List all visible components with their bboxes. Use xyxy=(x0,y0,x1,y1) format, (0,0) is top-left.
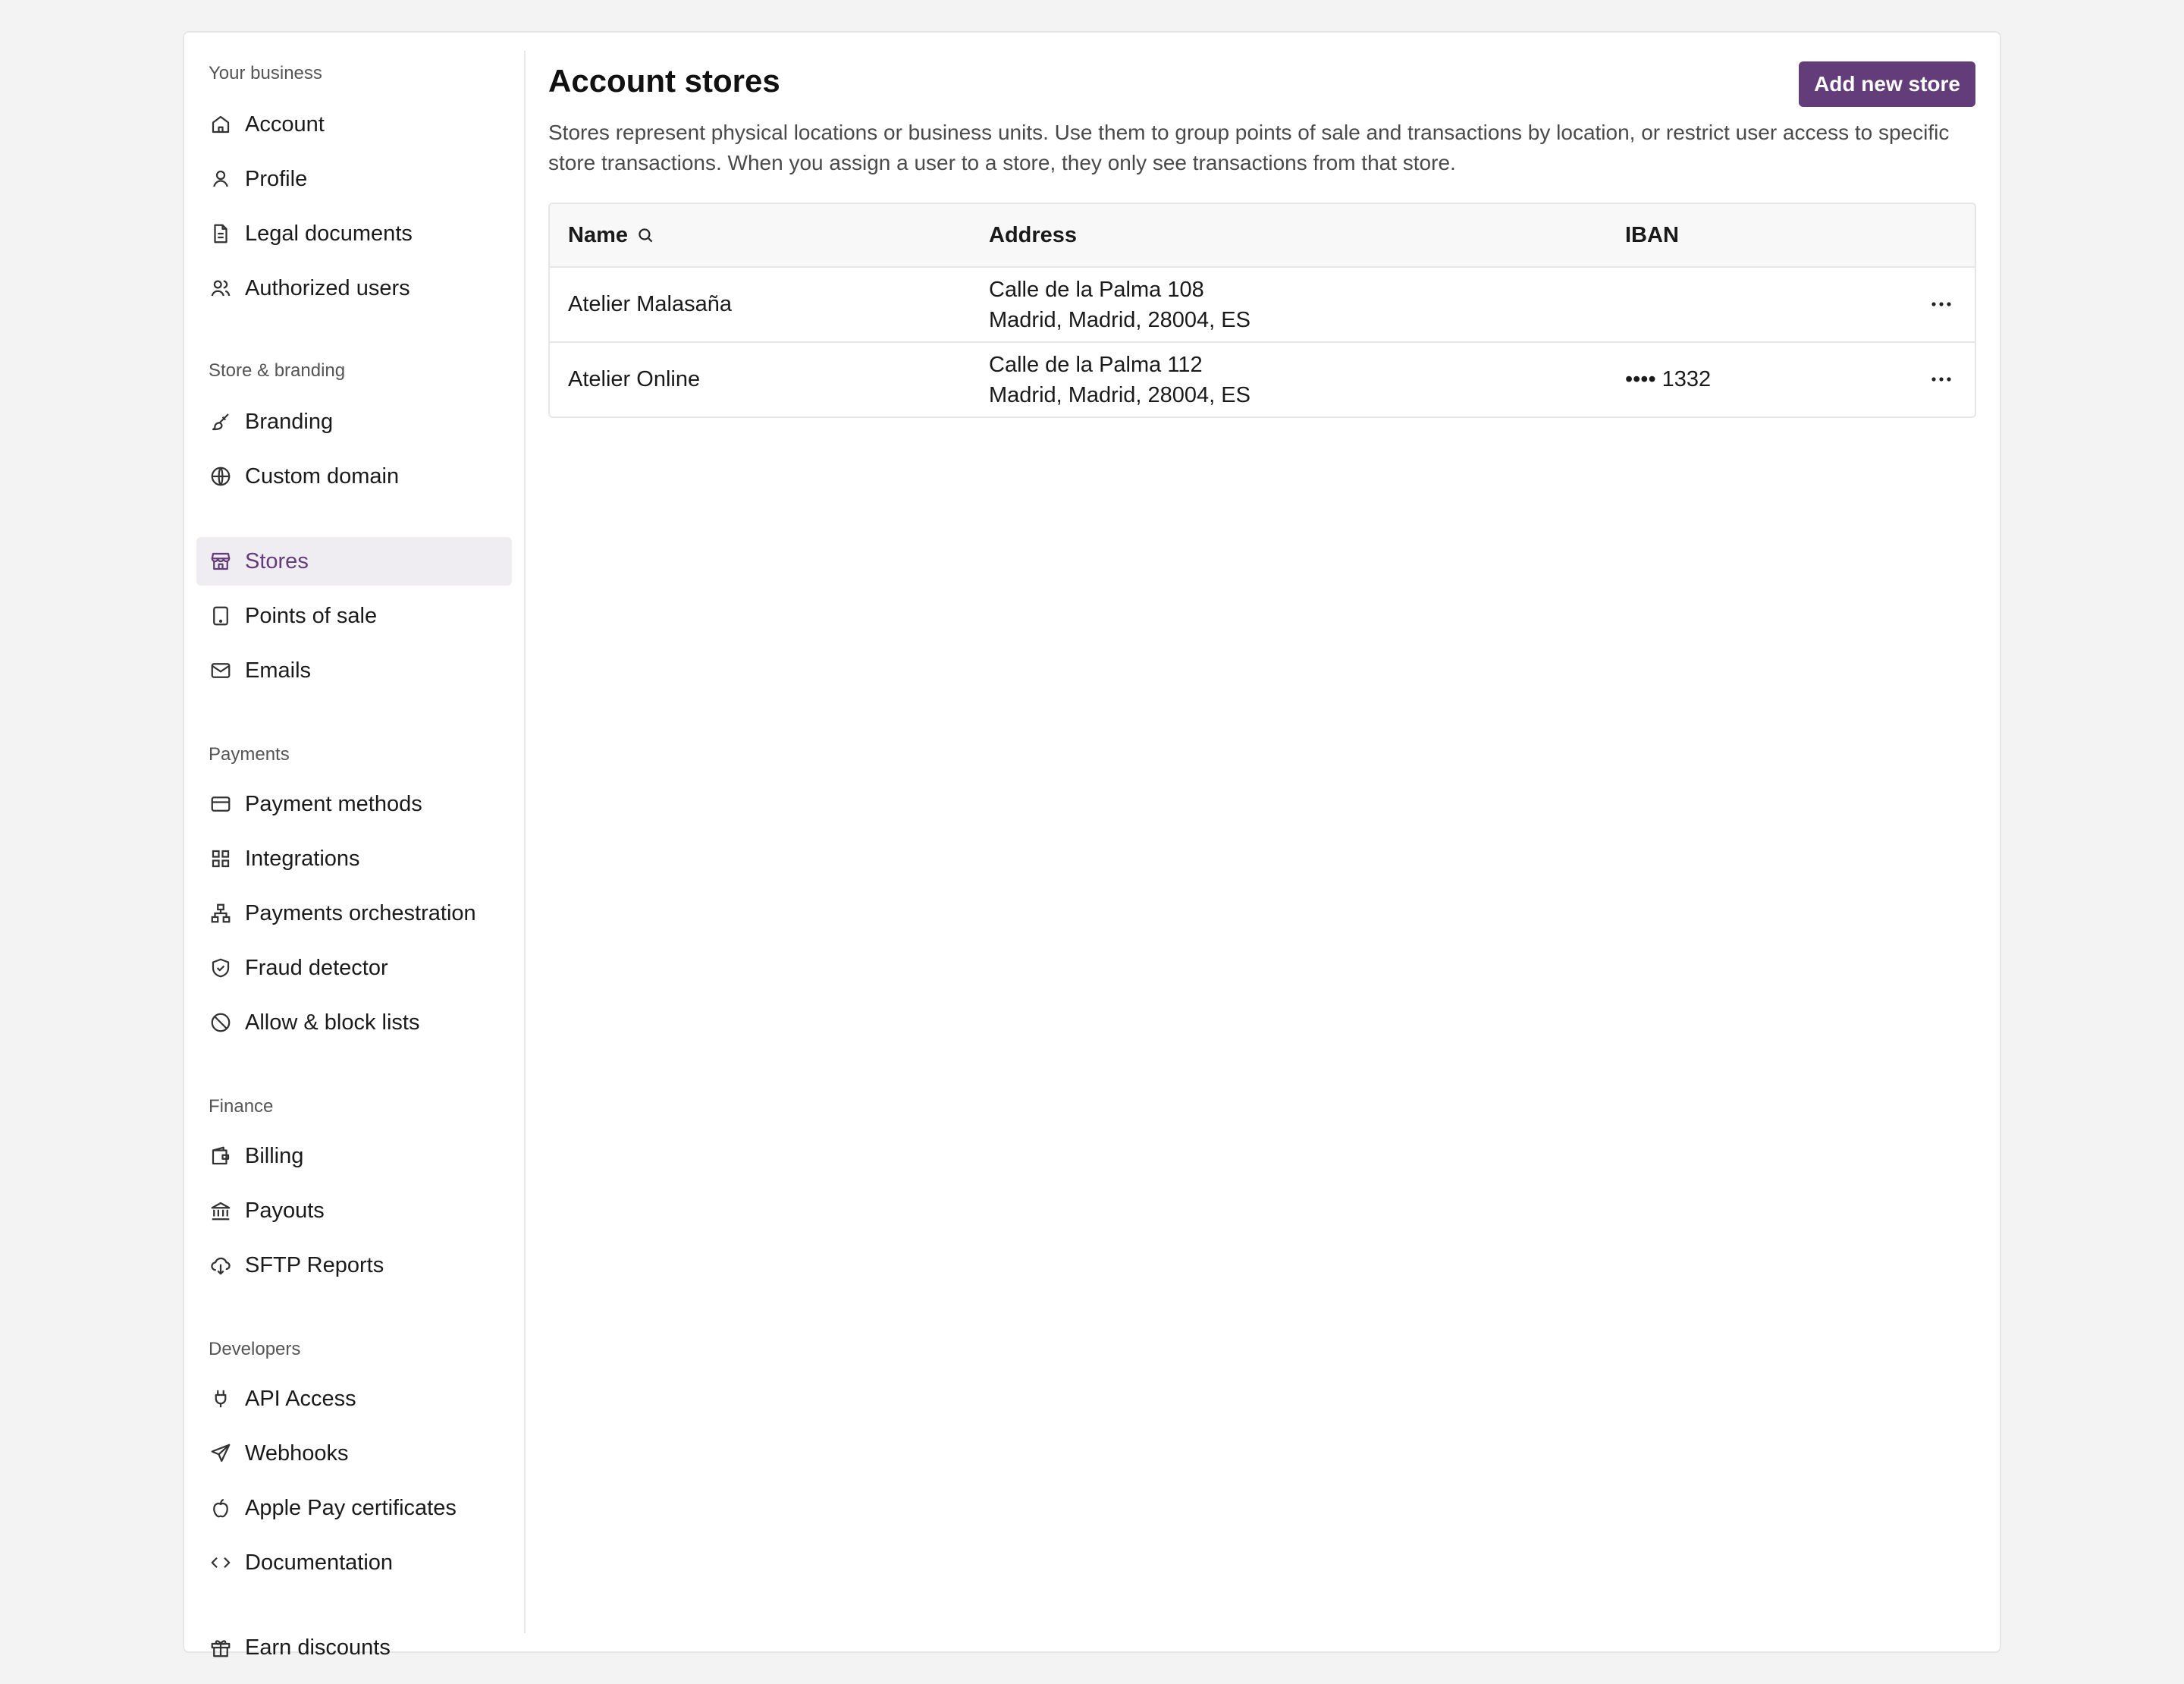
address-line-2: Madrid, Madrid, 28004, ES xyxy=(989,307,1250,332)
sidebar-item-label: Apple Pay certificates xyxy=(245,1495,457,1520)
more-options-icon[interactable] xyxy=(1926,364,1956,394)
sidebar-divider xyxy=(524,51,526,1633)
table-header: Name Address IBAN xyxy=(550,204,1975,268)
sidebar-item-sftp-reports[interactable]: SFTP Reports xyxy=(196,1241,512,1290)
main-content: Account stores Add new store Stores repr… xyxy=(548,33,1976,1651)
sidebar-item-label: Payments orchestration xyxy=(245,900,476,925)
sidebar-item-label: Account xyxy=(245,112,325,137)
wallet-icon xyxy=(209,1144,233,1168)
brush-icon xyxy=(209,410,233,434)
sidebar-item-label: API Access xyxy=(245,1386,356,1411)
send-icon xyxy=(209,1441,233,1466)
sidebar-item-label: Earn discounts xyxy=(245,1635,391,1660)
section-label-your-business: Your business xyxy=(209,63,322,83)
cloud-download-icon xyxy=(209,1253,233,1277)
sidebar-item-label: Documentation xyxy=(245,1550,394,1575)
sidebar-item-authorized-users[interactable]: Authorized users xyxy=(196,264,512,313)
grid-icon xyxy=(209,847,233,871)
section-label-finance: Finance xyxy=(209,1096,274,1117)
address-line-1: Calle de la Palma 112 xyxy=(989,352,1203,377)
address-line-2: Madrid, Madrid, 28004, ES xyxy=(989,382,1250,407)
sidebar-item-label: Payouts xyxy=(245,1198,325,1223)
search-icon[interactable] xyxy=(635,225,655,245)
sidebar-item-stores[interactable]: Stores xyxy=(196,537,512,586)
column-header-iban: IBAN xyxy=(1625,222,1679,247)
sidebar-item-branding[interactable]: Branding xyxy=(196,397,512,446)
sidebar-item-payments-orchestration[interactable]: Payments orchestration xyxy=(196,889,512,938)
sidebar-item-label: Stores xyxy=(245,548,309,573)
sidebar-item-label: Profile xyxy=(245,166,308,191)
column-header-address: Address xyxy=(989,222,1078,247)
sidebar-item-points-of-sale[interactable]: Points of sale xyxy=(196,592,512,640)
store-iban: •••• 1332 xyxy=(1625,367,1712,391)
store-address: Calle de la Palma 108 Madrid, Madrid, 28… xyxy=(989,268,1250,341)
ban-icon xyxy=(209,1010,233,1035)
mail-icon xyxy=(209,658,233,683)
credit-card-icon xyxy=(209,792,233,816)
sidebar-item-apple-pay-certificates[interactable]: Apple Pay certificates xyxy=(196,1484,512,1532)
user-icon xyxy=(209,167,233,191)
sidebar-item-label: Branding xyxy=(245,409,334,434)
stores-table: Name Address IBAN Atelier Malasaña Calle… xyxy=(548,203,1976,418)
apple-icon xyxy=(209,1496,233,1520)
sidebar-item-label: Payment methods xyxy=(245,791,422,816)
sidebar-item-emails[interactable]: Emails xyxy=(196,646,512,695)
column-header-name[interactable]: Name xyxy=(568,204,655,266)
sidebar-item-account[interactable]: Account xyxy=(196,100,512,149)
sidebar-item-fraud-detector[interactable]: Fraud detector xyxy=(196,944,512,992)
sidebar-item-webhooks[interactable]: Webhooks xyxy=(196,1429,512,1478)
sidebar-item-legal-documents[interactable]: Legal documents xyxy=(196,209,512,258)
gift-icon xyxy=(209,1635,233,1660)
home-icon xyxy=(209,112,233,137)
plug-icon xyxy=(209,1387,233,1411)
page-description: Stores represent physical locations or b… xyxy=(548,121,1950,174)
page-title: Account stores xyxy=(548,63,780,99)
address-line-1: Calle de la Palma 108 xyxy=(989,277,1204,302)
more-options-icon[interactable] xyxy=(1926,289,1956,319)
sidebar-item-label: SFTP Reports xyxy=(245,1252,384,1277)
table-row[interactable]: Atelier Online Calle de la Palma 112 Mad… xyxy=(550,343,1975,416)
shield-check-icon xyxy=(209,956,233,980)
sidebar-item-label: Fraud detector xyxy=(245,955,388,980)
store-name: Atelier Online xyxy=(568,367,701,391)
code-icon xyxy=(209,1550,233,1575)
store-address: Calle de la Palma 112 Madrid, Madrid, 28… xyxy=(989,343,1250,416)
table-row[interactable]: Atelier Malasaña Calle de la Palma 108 M… xyxy=(550,268,1975,343)
sidebar-item-label: Allow & block lists xyxy=(245,1010,420,1035)
sidebar-item-custom-domain[interactable]: Custom domain xyxy=(196,452,512,501)
bank-icon xyxy=(209,1199,233,1223)
sidebar-item-profile[interactable]: Profile xyxy=(196,155,512,203)
sidebar-item-label: Points of sale xyxy=(245,603,378,628)
sidebar-item-label: Webhooks xyxy=(245,1441,349,1466)
sidebar-item-api-access[interactable]: API Access xyxy=(196,1375,512,1423)
sidebar-item-label: Emails xyxy=(245,658,312,683)
column-header-label: Name xyxy=(568,222,628,247)
document-icon xyxy=(209,221,233,246)
globe-icon xyxy=(209,464,233,489)
sidebar-item-label: Authorized users xyxy=(245,275,410,300)
settings-card: Your business Account Profile Legal docu… xyxy=(183,31,2001,1660)
users-icon xyxy=(209,276,233,300)
section-label-payments: Payments xyxy=(209,744,290,765)
sidebar-item-label: Legal documents xyxy=(245,221,413,246)
sidebar-item-payment-methods[interactable]: Payment methods xyxy=(196,780,512,828)
section-label-store-branding: Store & branding xyxy=(209,360,346,381)
add-new-store-button[interactable]: Add new store xyxy=(1799,61,1975,107)
store-name: Atelier Malasaña xyxy=(568,292,732,316)
sidebar-item-allow-block-lists[interactable]: Allow & block lists xyxy=(196,998,512,1047)
network-icon xyxy=(209,901,233,925)
settings-sidebar: Your business Account Profile Legal docu… xyxy=(184,33,526,1660)
sidebar-item-billing[interactable]: Billing xyxy=(196,1132,512,1180)
sidebar-item-integrations[interactable]: Integrations xyxy=(196,834,512,883)
sidebar-item-label: Billing xyxy=(245,1143,304,1168)
tablet-icon xyxy=(209,604,233,628)
sidebar-item-documentation[interactable]: Documentation xyxy=(196,1538,512,1587)
sidebar-item-payouts[interactable]: Payouts xyxy=(196,1186,512,1235)
store-icon xyxy=(209,549,233,573)
sidebar-item-earn-discounts[interactable]: Earn discounts xyxy=(196,1623,512,1672)
section-label-developers: Developers xyxy=(209,1339,301,1359)
sidebar-item-label: Integrations xyxy=(245,846,360,871)
sidebar-item-label: Custom domain xyxy=(245,463,400,489)
